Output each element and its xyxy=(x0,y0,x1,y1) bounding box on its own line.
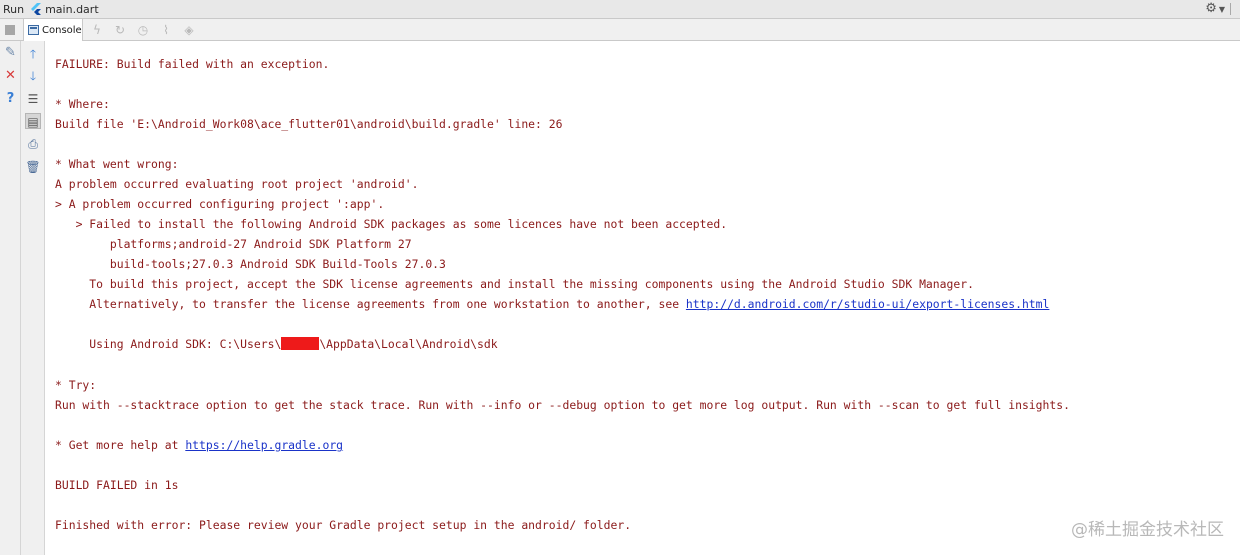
console-line: * Try: xyxy=(55,378,97,392)
gradle-help-link[interactable]: https://help.gradle.org xyxy=(185,438,343,452)
redacted-username xyxy=(281,337,320,350)
console-line: To build this project, accept the SDK li… xyxy=(55,277,974,291)
tab-console-label: Console xyxy=(42,24,82,36)
run-config-name[interactable]: main.dart xyxy=(45,3,99,16)
toolbar-divider xyxy=(1230,3,1231,15)
console-line: Using Android SDK: C:\Users\ \AppData\Loc… xyxy=(55,334,498,354)
console-line: Alternatively, to transfer the license a… xyxy=(55,294,1049,314)
gear-icon[interactable]: ⚙ xyxy=(1205,2,1217,16)
help-icon[interactable]: ? xyxy=(3,91,18,106)
scroll-up-icon[interactable]: 🡑 xyxy=(25,46,41,62)
stop-icon[interactable] xyxy=(5,25,15,35)
console-line: > A problem occurred configuring project… xyxy=(55,197,385,211)
hot-reload-icon[interactable]: ϟ xyxy=(90,23,104,37)
console-line: > Failed to install the following Androi… xyxy=(55,217,728,231)
console-line: * Get more help at https://help.gradle.o… xyxy=(55,435,343,455)
chevron-down-icon[interactable]: ▼ xyxy=(1219,5,1225,14)
flutter-icon xyxy=(31,3,42,15)
console-line: * Where: xyxy=(55,97,110,111)
tab-console[interactable]: Console xyxy=(23,19,83,41)
console-text: \AppData\Local\Android\sdk xyxy=(319,337,498,351)
console-line: Finished with error: Please review your … xyxy=(55,518,632,532)
run-toolbar: Console ϟ ↻ ◷ ⌇ ◈ xyxy=(0,19,1240,41)
console-icon xyxy=(28,25,39,35)
flutter-inspector-icon[interactable]: ◈ xyxy=(182,23,196,37)
export-licenses-link[interactable]: http://d.android.com/r/studio-ui/export-… xyxy=(686,297,1049,311)
console-line: platforms;android-27 Android SDK Platfor… xyxy=(55,237,412,251)
console-output[interactable]: FAILURE: Build failed with an exception.… xyxy=(46,41,1240,555)
console-line: FAILURE: Build failed with an exception. xyxy=(55,57,330,71)
performance-icon[interactable]: ⌇ xyxy=(159,23,173,37)
clear-all-icon[interactable]: 🗑 xyxy=(25,159,41,175)
console-line: build-tools;27.0.3 Android SDK Build-Too… xyxy=(55,257,446,271)
pin-icon[interactable]: ✎ xyxy=(3,45,18,60)
close-icon[interactable]: ✕ xyxy=(3,68,18,83)
left-action-gutter: ✎ ✕ ? xyxy=(0,41,21,555)
console-line: * What went wrong: xyxy=(55,157,179,171)
console-line: Run with --stacktrace option to get the … xyxy=(55,398,1070,412)
scroll-to-end-icon[interactable]: ▤ xyxy=(25,113,41,129)
console-action-gutter: 🡑 🡓 ☰ ▤ ⎙ 🗑 xyxy=(21,41,45,555)
console-line: A problem occurred evaluating root proje… xyxy=(55,177,419,191)
watermark: @稀土掘金技术社区 xyxy=(1071,520,1224,540)
console-line: Build file 'E:\Android_Work08\ace_flutte… xyxy=(55,117,563,131)
print-icon[interactable]: ⎙ xyxy=(25,136,41,152)
soft-wrap-icon[interactable]: ☰ xyxy=(25,91,41,107)
console-line: BUILD FAILED in 1s xyxy=(55,478,179,492)
console-text: Using Android SDK: C:\Users\ xyxy=(55,337,282,351)
timer-icon[interactable]: ◷ xyxy=(136,23,150,37)
hot-restart-icon[interactable]: ↻ xyxy=(113,23,127,37)
run-window-title: Run xyxy=(3,2,25,16)
console-text: Alternatively, to transfer the license a… xyxy=(55,297,686,311)
scroll-down-icon[interactable]: 🡓 xyxy=(25,68,41,84)
run-tool-window-header: Run main.dart ⚙ ▼ xyxy=(0,0,1240,19)
console-text: * Get more help at xyxy=(55,438,186,452)
